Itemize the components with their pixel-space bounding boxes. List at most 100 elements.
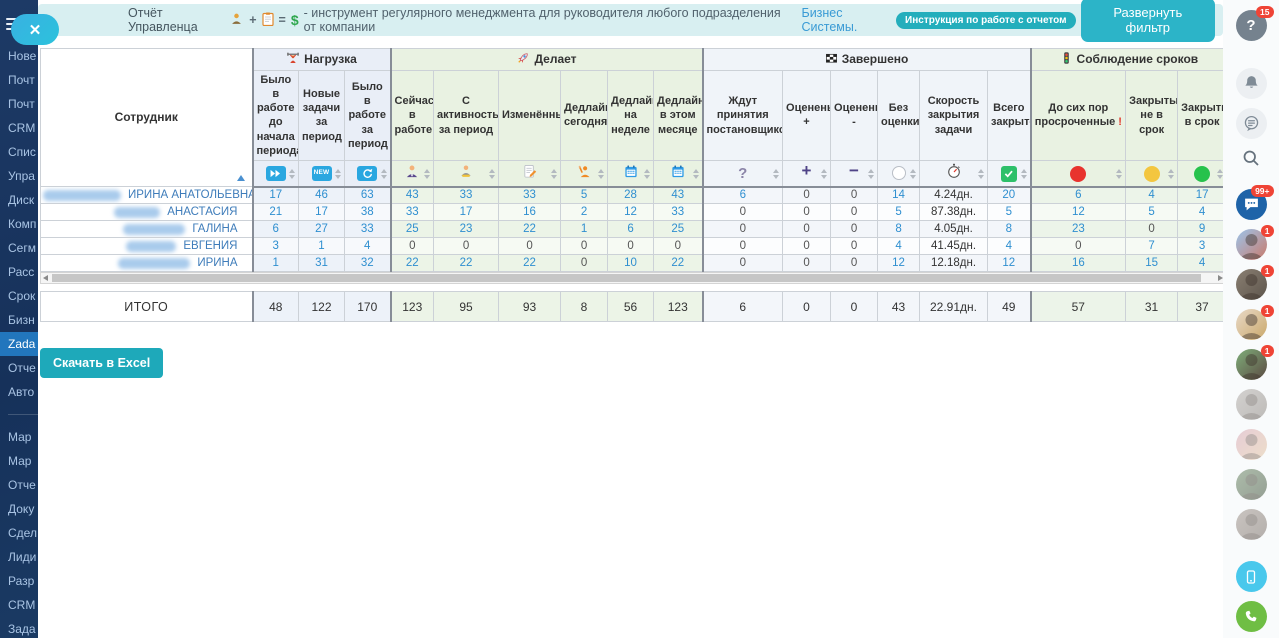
sort-toggle-icon[interactable]	[489, 169, 495, 179]
sidebar-item-упра[interactable]: Упра	[0, 164, 38, 188]
recent-contact[interactable]: 1	[1236, 229, 1267, 260]
recent-contact[interactable]: 1	[1236, 269, 1267, 300]
recent-contact[interactable]: 1	[1236, 349, 1267, 380]
sort-toggle-icon[interactable]	[644, 169, 650, 179]
value-cell[interactable]: 3	[253, 238, 299, 255]
value-cell[interactable]: 4	[345, 238, 391, 255]
value-cell[interactable]: 20	[988, 187, 1031, 204]
sidebar-item-срок[interactable]: Срок	[0, 284, 38, 308]
download-excel-button[interactable]: Скачать в Excel	[40, 348, 163, 378]
value-cell[interactable]: 1	[299, 238, 345, 255]
sidebar-item-отче[interactable]: Отче	[0, 473, 38, 497]
value-cell[interactable]: 7	[1126, 238, 1178, 255]
value-cell[interactable]: 1	[561, 221, 608, 238]
employee-name[interactable]: ИРИНА	[41, 255, 253, 272]
value-cell[interactable]: 4	[1126, 187, 1178, 204]
sort-toggle-icon[interactable]	[1116, 169, 1122, 179]
sidebar-item-crm[interactable]: CRM	[0, 116, 38, 140]
sort-toggle-icon[interactable]	[289, 169, 295, 179]
value-cell[interactable]: 6	[703, 187, 783, 204]
sort-toggle-icon[interactable]	[1021, 169, 1027, 179]
value-cell[interactable]: 5	[561, 187, 608, 204]
value-cell[interactable]: 16	[499, 204, 561, 221]
value-cell[interactable]: 33	[391, 204, 434, 221]
help-button[interactable]: ?15	[1236, 10, 1267, 41]
employee-name[interactable]: АНАСТАСИЯ	[41, 204, 253, 221]
value-cell[interactable]: 12	[608, 204, 654, 221]
value-cell[interactable]: 33	[345, 221, 391, 238]
sidebar-item-зада[interactable]: Зада	[0, 617, 38, 638]
instruction-badge[interactable]: Инструкция по работе с отчетом	[896, 12, 1075, 29]
employee-name[interactable]: ИРИНА АНАТОЛЬЕВНА	[41, 187, 253, 204]
sort-toggle-icon[interactable]	[773, 169, 779, 179]
column-icon-cell[interactable]	[920, 161, 988, 187]
value-cell[interactable]: 3	[1178, 238, 1227, 255]
column-icon-cell[interactable]	[988, 161, 1031, 187]
value-cell[interactable]: 46	[299, 187, 345, 204]
value-cell[interactable]: 43	[654, 187, 703, 204]
sort-toggle-icon[interactable]	[551, 169, 557, 179]
close-menu-button[interactable]: ✕	[11, 14, 59, 45]
value-cell[interactable]: 23	[1031, 221, 1126, 238]
column-icon-cell[interactable]: NEW	[299, 161, 345, 187]
column-icon-cell[interactable]	[391, 161, 434, 187]
notifications-button[interactable]	[1236, 68, 1267, 99]
value-cell[interactable]: 17	[434, 204, 499, 221]
value-cell[interactable]: 22	[499, 221, 561, 238]
value-cell[interactable]: 22	[434, 255, 499, 272]
sort-asc-icon[interactable]	[237, 175, 245, 181]
value-cell[interactable]: 22	[654, 255, 703, 272]
value-cell[interactable]: 31	[299, 255, 345, 272]
column-icon-cell[interactable]	[345, 161, 391, 187]
sidebar-item-нове[interactable]: Нове	[0, 44, 38, 68]
sidebar-item-лиди[interactable]: Лиди	[0, 545, 38, 569]
sort-toggle-icon[interactable]	[910, 169, 916, 179]
search-button[interactable]	[1241, 148, 1261, 173]
value-cell[interactable]: 63	[345, 187, 391, 204]
column-icon-cell[interactable]	[1126, 161, 1178, 187]
column-icon-cell[interactable]	[654, 161, 703, 187]
value-cell[interactable]: 33	[499, 187, 561, 204]
value-cell[interactable]: 2	[561, 204, 608, 221]
sort-toggle-icon[interactable]	[821, 169, 827, 179]
recent-contact[interactable]	[1236, 429, 1267, 460]
sidebar-item-доку[interactable]: Доку	[0, 497, 38, 521]
value-cell[interactable]: 21	[253, 204, 299, 221]
column-icon-cell[interactable]	[608, 161, 654, 187]
sort-toggle-icon[interactable]	[1168, 169, 1174, 179]
sidebar-item-спис[interactable]: Спис	[0, 140, 38, 164]
sort-toggle-icon[interactable]	[381, 169, 387, 179]
value-cell[interactable]: 10	[608, 255, 654, 272]
sidebar-item-сдел[interactable]: Сдел	[0, 521, 38, 545]
value-cell[interactable]: 5	[878, 204, 920, 221]
column-icon-cell[interactable]	[561, 161, 608, 187]
sidebar-item-разр[interactable]: Разр	[0, 569, 38, 593]
sidebar-item-crm[interactable]: CRM	[0, 593, 38, 617]
sidebar-item-zada[interactable]: Zada	[0, 332, 38, 356]
value-cell[interactable]: 4	[1178, 204, 1227, 221]
value-cell[interactable]: 25	[391, 221, 434, 238]
value-cell[interactable]: 25	[654, 221, 703, 238]
value-cell[interactable]: 6	[608, 221, 654, 238]
value-cell[interactable]: 22	[499, 255, 561, 272]
column-icon-cell[interactable]: ?	[703, 161, 783, 187]
value-cell[interactable]: 38	[345, 204, 391, 221]
value-cell[interactable]: 12	[878, 255, 920, 272]
value-cell[interactable]: 4	[878, 238, 920, 255]
column-icon-cell[interactable]	[499, 161, 561, 187]
horizontal-scrollbar[interactable]	[40, 272, 1226, 284]
column-icon-cell[interactable]: +	[783, 161, 831, 187]
sidebar-item-бизн[interactable]: Бизн	[0, 308, 38, 332]
call-button[interactable]	[1236, 601, 1267, 632]
network-chat-button[interactable]	[1236, 108, 1267, 139]
value-cell[interactable]: 12	[1031, 204, 1126, 221]
column-icon-cell[interactable]: −	[831, 161, 878, 187]
sidebar-item-почт[interactable]: Почт	[0, 92, 38, 116]
sort-toggle-icon[interactable]	[424, 169, 430, 179]
value-cell[interactable]: 14	[878, 187, 920, 204]
value-cell[interactable]: 43	[391, 187, 434, 204]
sort-toggle-icon[interactable]	[693, 169, 699, 179]
employee-name[interactable]: ГАЛИНА	[41, 221, 253, 238]
sort-toggle-icon[interactable]	[868, 169, 874, 179]
value-cell[interactable]: 17	[299, 204, 345, 221]
